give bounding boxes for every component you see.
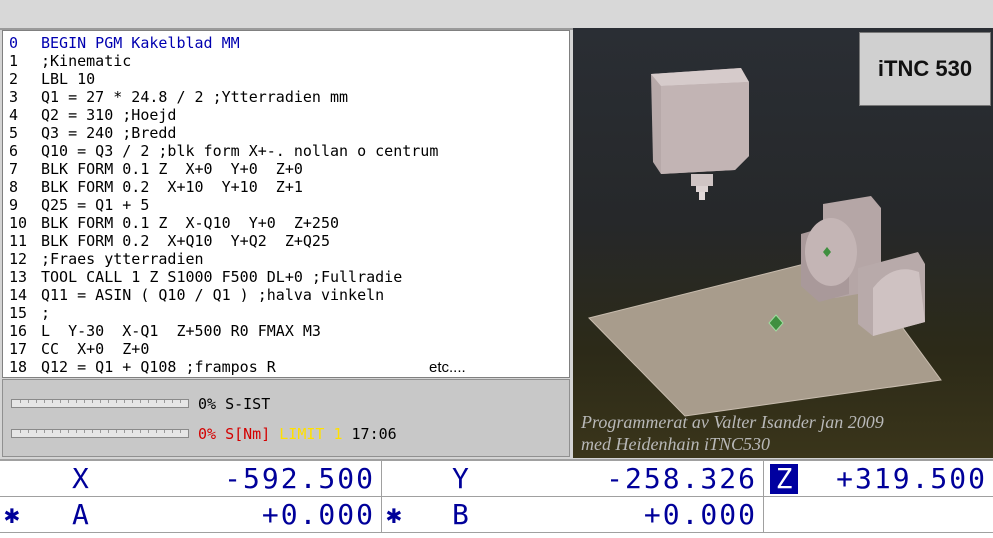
line-text: Q3 = 240 ;Bredd	[41, 124, 177, 142]
axis-a-label: A	[72, 498, 89, 531]
line-number: 15	[9, 304, 28, 322]
clock-time: 17:06	[351, 425, 397, 443]
line-text: Q2 = 310 ;Hoejd	[41, 106, 177, 124]
axis-z-value: +319.500	[836, 462, 987, 495]
line-number: 4	[9, 106, 19, 124]
line-text: BLK FORM 0.2 X+Q10 Y+Q2 Z+Q25	[41, 232, 330, 250]
line-number: 14	[9, 286, 28, 304]
status-panel: 0% S-IST 0% S[Nm] LIMIT 1 17:06	[2, 379, 570, 457]
program-line[interactable]: 7 BLK FORM 0.1 Z X+0 Y+0 Z+0	[9, 160, 303, 178]
line-text: Q10 = Q3 / 2 ;blk form X+-. nollan o cen…	[41, 142, 439, 160]
s-nm-percent: 0%	[198, 425, 217, 443]
axis-y-value: -258.326	[606, 462, 757, 495]
program-line[interactable]: 9 Q25 = Q1 + 5	[9, 196, 149, 214]
axis-y-cell[interactable]: Y -258.326	[382, 461, 764, 497]
line-text: TOOL CALL 1 Z S1000 F500 DL+0 ;Fullradie	[41, 268, 403, 286]
line-text: Q1 = 27 * 24.8 / 2 ;Ytterradien mm	[41, 88, 349, 106]
program-line[interactable]: 4 Q2 = 310 ;Hoejd	[9, 106, 176, 124]
line-number: 17	[9, 340, 28, 358]
program-line[interactable]: 2 LBL 10	[9, 70, 95, 88]
line-text: BEGIN PGM Kakelblad MM	[41, 34, 240, 52]
axis-b-cell[interactable]: ✱ B +0.000	[382, 497, 764, 533]
program-line[interactable]: 0 BEGIN PGM Kakelblad MM	[9, 34, 240, 52]
line-number: 11	[9, 232, 28, 250]
limit-value: 1	[333, 425, 343, 443]
line-text: ;Kinematic	[41, 52, 132, 70]
program-line[interactable]: 10 BLK FORM 0.1 Z X-Q10 Y+0 Z+250	[9, 214, 339, 232]
s-ist-label: S-IST	[225, 395, 271, 413]
line-number: 2	[9, 70, 19, 88]
line-number: 12	[9, 250, 28, 268]
axis-z-label: Z	[770, 464, 798, 494]
s-ist-row: 0% S-IST	[198, 395, 270, 413]
program-line[interactable]: 11 BLK FORM 0.2 X+Q10 Y+Q2 Z+Q25	[9, 232, 330, 250]
program-line[interactable]: 16 L Y-30 X-Q1 Z+500 R0 FMAX M3	[9, 322, 321, 340]
program-line[interactable]: 6 Q10 = Q3 / 2 ;blk form X+-. nollan o ce…	[9, 142, 438, 160]
line-text: ;Fraes ytterradien	[41, 250, 204, 268]
line-number: 16	[9, 322, 28, 340]
brand-label: iTNC 530	[859, 32, 991, 106]
tool-icon	[699, 192, 705, 200]
line-number: 8	[9, 178, 19, 196]
spindle-head-front	[661, 82, 749, 174]
credit-line-1: Programmerat av Valter Isander jan 2009	[581, 412, 884, 432]
graphics-view[interactable]: iTNC 530 Programmerat av Valter Isander …	[573, 28, 993, 458]
etc-note: etc....	[429, 359, 466, 376]
program-line[interactable]: 13 TOOL CALL 1 Z S1000 F500 DL+0 ;Fullrad…	[9, 268, 402, 286]
program-line[interactable]: 14 Q11 = ASIN ( Q10 / Q1 ) ;halva vinkeln	[9, 286, 384, 304]
s-nm-label: S[Nm]	[225, 425, 271, 443]
axis-a-value: +0.000	[261, 498, 375, 531]
axis-y-label: Y	[452, 462, 469, 495]
program-line[interactable]: 5 Q3 = 240 ;Bredd	[9, 124, 176, 142]
axis-b-value: +0.000	[643, 498, 757, 531]
s-ist-percent: 0%	[198, 395, 217, 413]
line-text: CC X+0 Z+0	[41, 340, 150, 358]
program-line[interactable]: 15;	[9, 304, 50, 322]
s-nm-bar	[11, 429, 189, 438]
line-text: BLK FORM 0.1 Z X-Q10 Y+0 Z+250	[41, 214, 340, 232]
axis-b-label: B	[452, 498, 469, 531]
axis-x-value: -592.500	[224, 462, 375, 495]
line-number: 10	[9, 214, 28, 232]
empty-axis-cell	[764, 497, 993, 533]
axis-z-cell[interactable]: Z +319.500	[764, 461, 993, 497]
line-text: ;	[41, 304, 51, 322]
line-text: Q25 = Q1 + 5	[41, 196, 150, 214]
credit-line-2: med Heidenhain iTNC530	[581, 434, 770, 454]
line-text: BLK FORM 0.2 X+10 Y+10 Z+1	[41, 178, 303, 196]
line-text: L Y-30 X-Q1 Z+500 R0 FMAX M3	[41, 322, 321, 340]
line-number: 7	[9, 160, 19, 178]
position-display: X -592.500 Y -258.326 Z +319.500 ✱ A +0.…	[0, 459, 993, 538]
spindle-nose	[691, 174, 713, 186]
line-number: 3	[9, 88, 19, 106]
axis-x-label: X	[72, 462, 89, 495]
line-text: Q12 = Q1 + Q108 ;frampos R	[41, 358, 276, 376]
line-number: 18	[9, 358, 28, 376]
program-line[interactable]: 8 BLK FORM 0.2 X+10 Y+10 Z+1	[9, 178, 303, 196]
line-text: Q11 = ASIN ( Q10 / Q1 ) ;halva vinkeln	[41, 286, 385, 304]
line-number: 13	[9, 268, 28, 286]
line-number: 5	[9, 124, 19, 142]
s-ist-bar	[11, 399, 189, 408]
axis-x-cell[interactable]: X -592.500	[0, 461, 382, 497]
line-number: 9	[9, 196, 19, 214]
s-nm-row: 0% S[Nm] LIMIT 1 17:06	[198, 425, 397, 443]
line-text: BLK FORM 0.1 Z X+0 Y+0 Z+0	[41, 160, 303, 178]
tool-holder	[696, 186, 708, 192]
program-line[interactable]: 1 ;Kinematic	[9, 52, 131, 70]
axis-a-star-icon: ✱	[4, 500, 20, 530]
top-bar	[0, 0, 993, 30]
line-number: 0	[9, 34, 19, 52]
limit-label: LIMIT	[279, 425, 325, 443]
program-line[interactable]: 18 Q12 = Q1 + Q108 ;frampos R	[9, 358, 276, 376]
axis-a-cell[interactable]: ✱ A +0.000	[0, 497, 382, 533]
axis-b-star-icon: ✱	[386, 500, 402, 530]
program-editor[interactable]: 0 BEGIN PGM Kakelblad MM 1 ;Kinematic 2 LBL 1…	[2, 30, 570, 378]
program-line[interactable]: 17 CC X+0 Z+0	[9, 340, 149, 358]
line-text: LBL 10	[41, 70, 96, 88]
program-line[interactable]: 3 Q1 = 27 * 24.8 / 2 ;Ytterradien mm	[9, 88, 348, 106]
line-number: 6	[9, 142, 19, 160]
program-line[interactable]: 12 ;Fraes ytterradien	[9, 250, 204, 268]
line-number: 1	[9, 52, 19, 70]
